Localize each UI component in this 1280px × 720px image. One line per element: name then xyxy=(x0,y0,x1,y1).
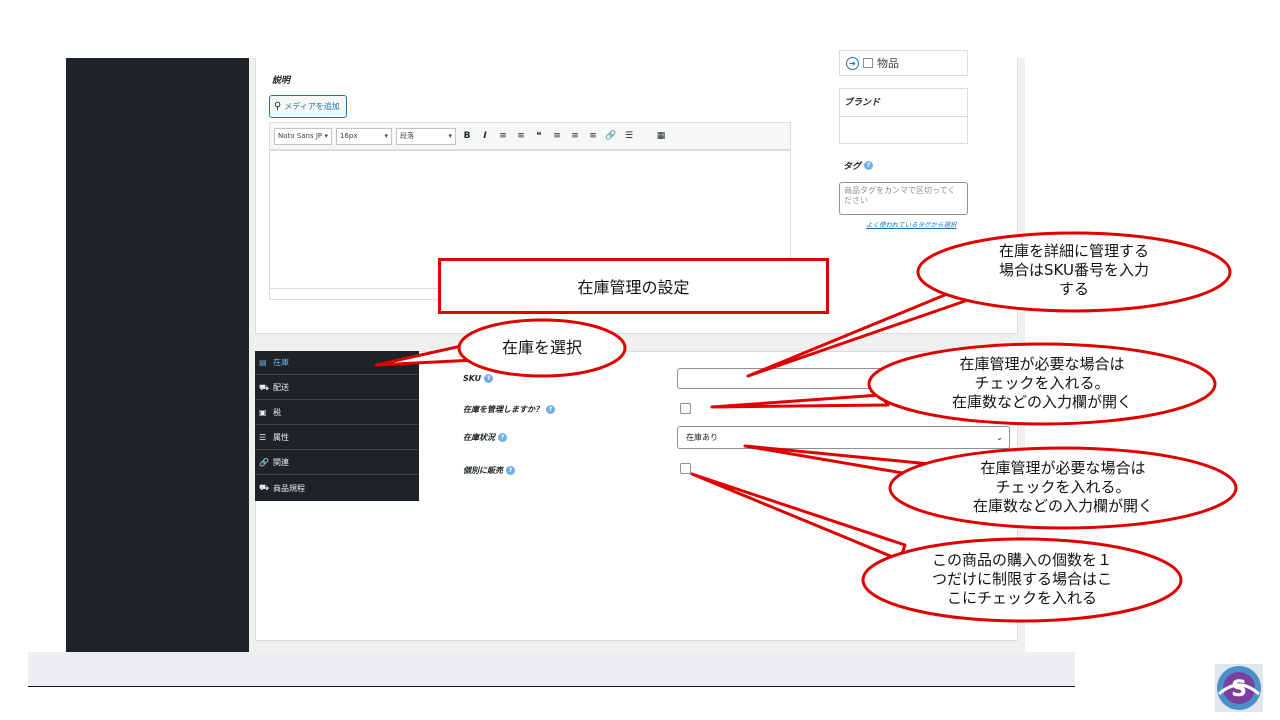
annotation-manage-note: 在庫管理が必要な場合は チェックを入れる。 在庫数などの入力欄が開く xyxy=(951,355,1132,411)
annotation-individual-note: この商品の購入の個数を１ つだけに制限する場合はこ こにチェックを入れる xyxy=(931,551,1112,607)
s-logo-icon: S xyxy=(1215,664,1263,712)
svg-text:S: S xyxy=(1231,677,1247,702)
slide: 説明 ⚲ メディアを追加 Noto Sans JP ▾ 16px ▾ 段落 ▾ B I… xyxy=(0,0,1280,720)
annotation-select-stock: 在庫を選択 xyxy=(501,338,582,357)
annotation-sku-note: 在庫を詳細に管理する 場合はSKU番号を入力 する xyxy=(998,242,1149,298)
callout-manage xyxy=(710,393,890,409)
annotation-title-box: 在庫管理の設定 xyxy=(438,258,829,314)
callout-individual xyxy=(690,472,907,562)
annotation-status-note: 在庫管理が必要な場合は チェックを入れる。 在庫数などの入力欄が開く xyxy=(972,459,1153,515)
